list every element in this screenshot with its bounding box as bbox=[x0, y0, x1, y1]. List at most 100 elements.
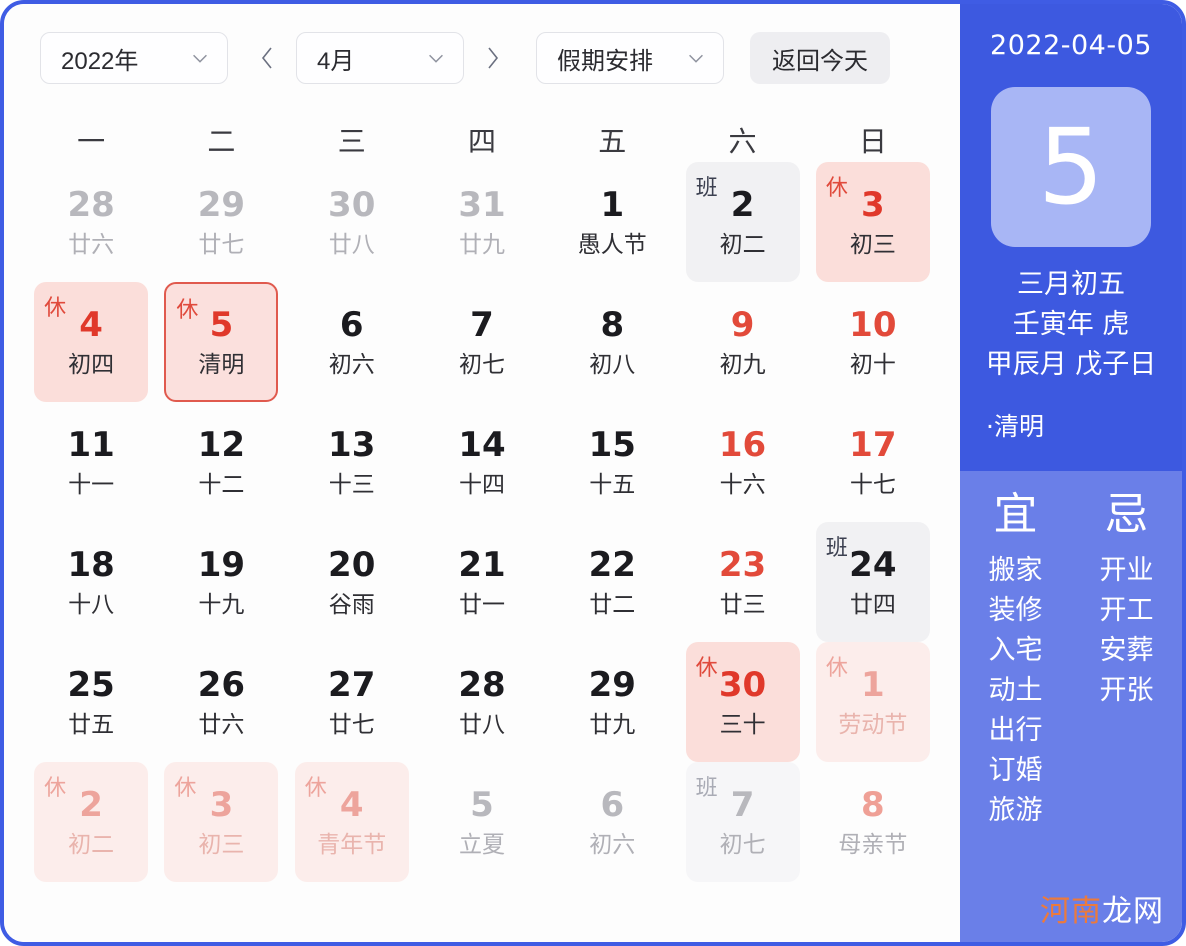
rest-badge: 休 bbox=[695, 656, 718, 681]
calendar-day-cell[interactable]: 23 廿三 bbox=[686, 522, 800, 642]
calendar-day-cell[interactable]: 11 十一 bbox=[34, 402, 148, 522]
calendar-day-cell[interactable]: 休 30 三十 bbox=[685, 642, 800, 762]
ganzhi-month-day-text: 甲辰月 戊子日 bbox=[985, 349, 1157, 380]
year-select[interactable]: 2022年 bbox=[40, 32, 228, 84]
month-select-label: 4月 bbox=[317, 47, 355, 75]
calendar-day-cell[interactable]: 7 初七 bbox=[425, 282, 539, 402]
day-number: 7 bbox=[730, 784, 755, 825]
day-number: 2 bbox=[730, 184, 755, 225]
back-to-today-label: 返回今天 bbox=[772, 47, 868, 75]
holiday-arrangement-select[interactable]: 假期安排 bbox=[536, 32, 724, 84]
calendar-day-cell[interactable]: 20 谷雨 bbox=[295, 522, 409, 642]
day-lunar-label: 初二 bbox=[719, 231, 766, 258]
day-lunar-label: 初十 bbox=[849, 351, 896, 378]
calendar-day-cell[interactable]: 29 廿九 bbox=[555, 642, 669, 762]
day-lunar-label: 廿七 bbox=[328, 711, 375, 738]
calendar-day-cell[interactable]: 班 2 初二 bbox=[685, 162, 800, 282]
calendar-day-cell[interactable]: 16 十六 bbox=[686, 402, 800, 522]
solar-term-text: ·清明 bbox=[986, 412, 1044, 441]
day-detail-panel: 2022-04-05 5 三月初五 壬寅年 虎 甲辰月 戊子日 ·清明 宜 搬家… bbox=[960, 4, 1182, 942]
calendar-day-cell[interactable]: 5 立夏 bbox=[425, 762, 539, 882]
calendar-day-cell[interactable]: 休 4 青年节 bbox=[294, 762, 409, 882]
yi-item: 订婚 bbox=[988, 755, 1043, 786]
day-number: 1 bbox=[861, 664, 885, 705]
prev-month-button[interactable] bbox=[240, 32, 296, 84]
month-select[interactable]: 4月 bbox=[296, 32, 464, 84]
ji-item: 安葬 bbox=[1099, 635, 1154, 666]
day-lunar-label: 廿八 bbox=[328, 231, 375, 258]
day-lunar-label: 廿六 bbox=[68, 231, 115, 258]
day-lunar-label: 十二 bbox=[198, 471, 245, 498]
calendar-day-cell[interactable]: 休 3 初三 bbox=[164, 762, 279, 882]
calendar-day-cell[interactable]: 31 廿九 bbox=[425, 162, 539, 282]
year-select-label: 2022年 bbox=[61, 47, 139, 75]
day-lunar-label: 十八 bbox=[68, 591, 115, 618]
calendar-day-cell[interactable]: 25 廿五 bbox=[34, 642, 148, 762]
calendar-day-cell[interactable]: 班 7 初七 bbox=[685, 762, 800, 882]
work-badge: 班 bbox=[825, 536, 848, 561]
day-number: 24 bbox=[849, 544, 897, 585]
calendar-day-cell[interactable]: 28 廿八 bbox=[425, 642, 539, 762]
day-lunar-label: 母亲节 bbox=[838, 831, 908, 858]
calendar-day-cell[interactable]: 12 十二 bbox=[164, 402, 278, 522]
day-lunar-label: 初八 bbox=[589, 351, 636, 378]
day-number: 14 bbox=[458, 424, 506, 465]
ji-item: 开业 bbox=[1099, 555, 1154, 586]
rest-badge: 休 bbox=[44, 296, 67, 321]
yi-title: 宜 bbox=[993, 489, 1038, 540]
calendar-day-cell[interactable]: 27 廿七 bbox=[295, 642, 409, 762]
calendar-day-cell[interactable]: 6 初六 bbox=[295, 282, 409, 402]
selected-date-text: 2022-04-05 bbox=[990, 30, 1152, 61]
day-number: 10 bbox=[849, 304, 897, 345]
day-number: 30 bbox=[718, 664, 767, 705]
day-number: 2 bbox=[79, 784, 103, 825]
day-number: 20 bbox=[328, 544, 376, 585]
day-number: 7 bbox=[470, 304, 494, 345]
day-number: 1 bbox=[600, 184, 625, 225]
calendar-day-cell[interactable]: 休 4 初四 bbox=[34, 282, 149, 402]
calendar-day-cell[interactable]: 休 3 初三 bbox=[815, 162, 930, 282]
next-month-button[interactable] bbox=[464, 32, 520, 84]
day-lunar-label: 廿三 bbox=[719, 591, 766, 618]
calendar-day-cell[interactable]: 26 廿六 bbox=[164, 642, 278, 762]
calendar-day-cell[interactable]: 28 廿六 bbox=[34, 162, 148, 282]
weekday-label: 六 bbox=[728, 125, 757, 158]
yi-ji-section: 宜 搬家 装修 入宅 动土 出行 订婚 旅游 忌 开业 开工 安葬 开张 河南龙网 bbox=[960, 471, 1182, 942]
day-number: 25 bbox=[67, 664, 115, 705]
day-number: 31 bbox=[458, 184, 506, 225]
day-lunar-label: 廿四 bbox=[849, 591, 896, 618]
calendar-day-cell[interactable]: 21 廿一 bbox=[425, 522, 539, 642]
calendar-day-cell[interactable]: 29 廿七 bbox=[164, 162, 278, 282]
calendar-day-cell[interactable]: 8 母亲节 bbox=[816, 762, 930, 882]
calendar-day-cell[interactable]: 6 初六 bbox=[555, 762, 669, 882]
calendar-day-cell[interactable]: 10 初十 bbox=[816, 282, 930, 402]
calendar-day-cell[interactable]: 17 十七 bbox=[816, 402, 930, 522]
day-number: 8 bbox=[861, 784, 885, 825]
calendar-day-cell[interactable]: 9 初九 bbox=[686, 282, 800, 402]
calendar-day-cell[interactable]: 8 初八 bbox=[555, 282, 669, 402]
calendar-day-cell[interactable]: 班 24 廿四 bbox=[815, 522, 930, 642]
day-number: 3 bbox=[209, 784, 234, 825]
rest-badge: 休 bbox=[44, 776, 67, 801]
calendar-day-cell[interactable]: 休 1 劳动节 bbox=[815, 642, 930, 762]
day-lunar-label: 初六 bbox=[589, 831, 636, 858]
calendar-day-cell[interactable]: 1 愚人节 bbox=[555, 162, 669, 282]
calendar-day-cell[interactable]: 13 十三 bbox=[295, 402, 409, 522]
calendar-day-cell[interactable]: 19 十九 bbox=[164, 522, 278, 642]
calendar-day-cell[interactable]: 30 廿八 bbox=[295, 162, 409, 282]
day-lunar-label: 十六 bbox=[719, 471, 766, 498]
day-number: 22 bbox=[588, 544, 636, 585]
calendar-day-cell[interactable]: 休 5 清明 bbox=[164, 282, 279, 402]
calendar-day-cell[interactable]: 15 十五 bbox=[555, 402, 669, 522]
calendar-day-cell[interactable]: 14 十四 bbox=[425, 402, 539, 522]
chevron-down-icon bbox=[689, 54, 703, 63]
day-number: 28 bbox=[458, 664, 506, 705]
work-badge: 班 bbox=[695, 176, 718, 201]
back-to-today-button[interactable]: 返回今天 bbox=[750, 32, 890, 84]
calendar-day-cell[interactable]: 22 廿二 bbox=[555, 522, 669, 642]
day-lunar-label: 清明 bbox=[198, 351, 245, 378]
calendar-day-cell[interactable]: 休 2 初二 bbox=[34, 762, 149, 882]
ji-title: 忌 bbox=[1104, 489, 1149, 540]
weekday-label: 日 bbox=[858, 125, 887, 158]
calendar-day-cell[interactable]: 18 十八 bbox=[34, 522, 148, 642]
